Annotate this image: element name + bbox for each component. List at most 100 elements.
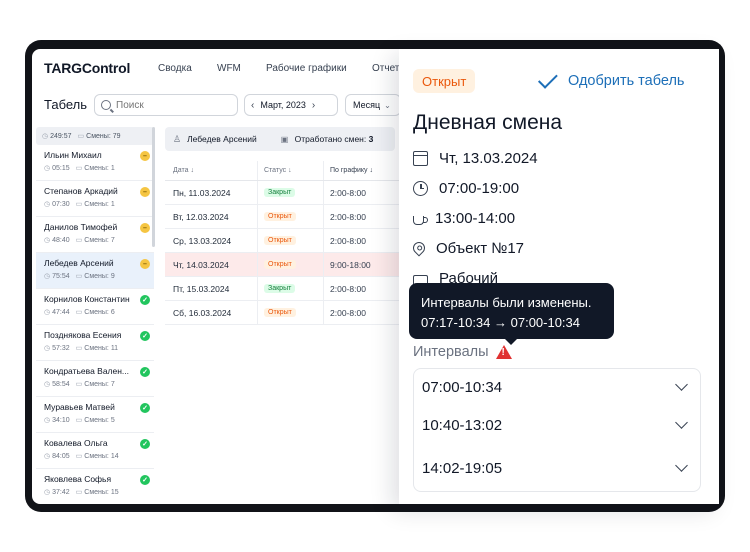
employee-item[interactable]: Яковлева Софья ◷ 37:42 ▭ Смены: 15 ✓ [36, 469, 154, 504]
employee-item[interactable]: Лебедев Арсений ◷ 75:54 ▭ Смены: 9 – [36, 253, 154, 289]
clock-icon: ◷ [44, 381, 51, 388]
employee-name: Лебедев Арсений [44, 258, 114, 268]
employee-meta: ◷ 84:05 ▭ Смены: 14 [44, 452, 154, 460]
table-row[interactable]: Чт, 14.03.2024 Открыт 9:00-18:00 [165, 253, 401, 277]
cell-schedule: 2:00-8:00 [330, 283, 366, 294]
status-badge: Открыт [264, 308, 296, 317]
interval-value: 14:02-19:05 [422, 459, 503, 477]
employee-item[interactable]: Ильин Михаил ◷ 05:15 ▭ Смены: 1 – [36, 145, 154, 181]
intervals-label-text: Интервалы [413, 344, 489, 360]
shift-time-value: 07:00-19:00 [439, 179, 520, 197]
column-schedule[interactable]: По графику ↓ [324, 161, 401, 180]
shift-break-value: 13:00-14:00 [435, 209, 516, 227]
column-date[interactable]: Дата ↓ [165, 161, 258, 180]
table-row[interactable]: Ср, 13.03.2024 Открыт 2:00-8:00 [165, 229, 401, 253]
employee-meta: ◷ 05:15 ▭ Смены: 1 [44, 164, 154, 172]
warning-icon[interactable] [495, 345, 512, 359]
nav-link-wfm[interactable]: WFM [217, 63, 241, 74]
calendar-icon [413, 150, 428, 166]
cell-schedule: 2:00-8:00 [330, 187, 366, 198]
employee-list: ◷ 249:57 ▭ Смены: 79 Ильин Михаил ◷ 05:15 ▭ См… [36, 127, 154, 504]
cell-schedule: 2:00-8:00 [330, 307, 366, 318]
table-row[interactable]: Сб, 16.03.2024 Открыт 2:00-8:00 [165, 301, 401, 325]
cell-date: Ср, 13.03.2024 [165, 229, 258, 252]
status-badge: Закрыт [264, 284, 296, 293]
employee-item[interactable]: Корнилов Константин ◷ 47:44 ▭ Смены: 6 ✓ [36, 289, 154, 325]
location-pin-icon [410, 239, 428, 257]
employee-item[interactable]: Ковалева Ольга ◷ 84:05 ▭ Смены: 14 ✓ [36, 433, 154, 469]
intervals-label: Интервалы [413, 344, 512, 360]
warning-circle-icon: – [140, 223, 150, 233]
employee-meta: ◷ 48:40 ▭ Смены: 7 [44, 236, 154, 244]
employee-shifts: Смены: 1 [84, 165, 115, 172]
calendar-check-icon: ▣ [280, 135, 289, 144]
employee-list-scrollbar[interactable] [152, 127, 155, 247]
search-input[interactable] [116, 99, 226, 111]
clock-icon: ◷ [44, 165, 51, 172]
schedule-table: Дата ↓ Статус ↓ По графику ↓ Пн, 11.03.2… [165, 161, 401, 325]
chevron-left-icon[interactable]: ‹ [251, 100, 254, 111]
table-body: Пн, 11.03.2024 Закрыт 2:00-8:00 Вт, 12.03.2… [165, 181, 401, 325]
shift-title: Дневная смена [413, 111, 563, 134]
page-title: Табель [44, 97, 88, 112]
check-circle-icon: ✓ [140, 331, 150, 341]
table-row[interactable]: Пт, 15.03.2024 Закрыт 2:00-8:00 [165, 277, 401, 301]
nav-link-summary[interactable]: Сводка [158, 63, 192, 74]
employee-meta: ◷ 75:54 ▭ Смены: 9 [44, 272, 154, 280]
calendar-icon: ▭ [75, 309, 83, 316]
summary-hours: 249:57 [50, 133, 72, 140]
employee-item[interactable]: Муравьев Матвей ◷ 34:10 ▭ Смены: 5 ✓ [36, 397, 154, 433]
table-row[interactable]: Пн, 11.03.2024 Закрыт 2:00-8:00 [165, 181, 401, 205]
calendar-icon: ▭ [75, 273, 83, 280]
employee-item[interactable]: Кондратьева Вален... ◷ 58:54 ▭ Смены: 7 ✓ [36, 361, 154, 397]
employee-name: Корнилов Константин [44, 294, 130, 304]
employee-hours: 47:44 [52, 309, 70, 316]
employee-item[interactable]: Степанов Аркадий ◷ 07:30 ▭ Смены: 1 – [36, 181, 154, 217]
interval-value: 07:00-10:34 [422, 378, 503, 396]
chevron-right-icon[interactable]: › [312, 100, 315, 111]
nav-link-reports[interactable]: Отчет [372, 63, 399, 74]
approve-timesheet-label: Одобрить табель [568, 73, 685, 89]
status-badge: Открыт [264, 212, 296, 221]
cell-status: Открыт [258, 229, 324, 252]
employee-name: Кондратьева Вален... [44, 366, 130, 376]
table-row[interactable]: Вт, 12.03.2024 Открыт 2:00-8:00 [165, 205, 401, 229]
employee-hours: 48:40 [52, 237, 70, 244]
month-label: Март, 2023 [260, 100, 306, 110]
interval-row[interactable]: 10:40-13:02 [422, 411, 692, 439]
shift-time: 07:00-19:00 [413, 177, 519, 199]
calendar-icon: ▭ [75, 237, 83, 244]
employee-meta: ◷ 34:10 ▭ Смены: 5 [44, 416, 154, 424]
check-circle-icon: ✓ [140, 367, 150, 377]
status-badge: Открыт [264, 236, 296, 245]
shift-location: Объект №17 [410, 237, 524, 259]
cell-status: Открыт [258, 301, 324, 324]
interval-row[interactable]: 07:00-10:34 [422, 373, 692, 401]
nav-link-schedules[interactable]: Рабочие графики [266, 63, 347, 74]
clock-icon: ◷ [44, 237, 51, 244]
column-status[interactable]: Статус ↓ [258, 161, 324, 180]
month-navigator: ‹ Март, 2023 › [244, 94, 338, 116]
clock-icon: ◷ [44, 273, 51, 280]
employee-shifts: Смены: 7 [84, 237, 115, 244]
employee-shifts: Смены: 9 [84, 273, 115, 280]
clock-icon: ◷ [44, 453, 51, 460]
period-select[interactable]: Месяц ⌄ [345, 94, 401, 116]
employee-shifts: Смены: 6 [84, 309, 115, 316]
employee-item[interactable]: Данилов Тимофей ◷ 48:40 ▭ Смены: 7 – [36, 217, 154, 253]
summary-shifts: Смены: 79 [86, 133, 121, 140]
calendar-icon: ▭ [75, 201, 83, 208]
employee-shifts: Смены: 7 [84, 381, 115, 388]
employee-item[interactable]: Позднякова Есения ◷ 57:32 ▭ Смены: 11 ✓ [36, 325, 154, 361]
employee-hours: 37:42 [52, 489, 70, 496]
intervals-changed-tooltip: Интервалы были изменены. 07:17-10:34 → 0… [409, 283, 614, 345]
employee-meta: ◷ 58:54 ▭ Смены: 7 [44, 380, 154, 388]
search-box[interactable] [94, 94, 238, 116]
shift-date: Чт, 13.03.2024 [413, 147, 538, 169]
selected-employee-name: Лебедев Арсений [187, 134, 257, 144]
calendar-icon: ▭ [77, 133, 85, 140]
employee-name: Муравьев Матвей [44, 402, 115, 412]
approve-timesheet-button[interactable]: Одобрить табель [537, 67, 685, 95]
employee-meta: ◷ 37:42 ▭ Смены: 15 [44, 488, 154, 496]
interval-row[interactable]: 14:02-19:05 [422, 454, 692, 482]
